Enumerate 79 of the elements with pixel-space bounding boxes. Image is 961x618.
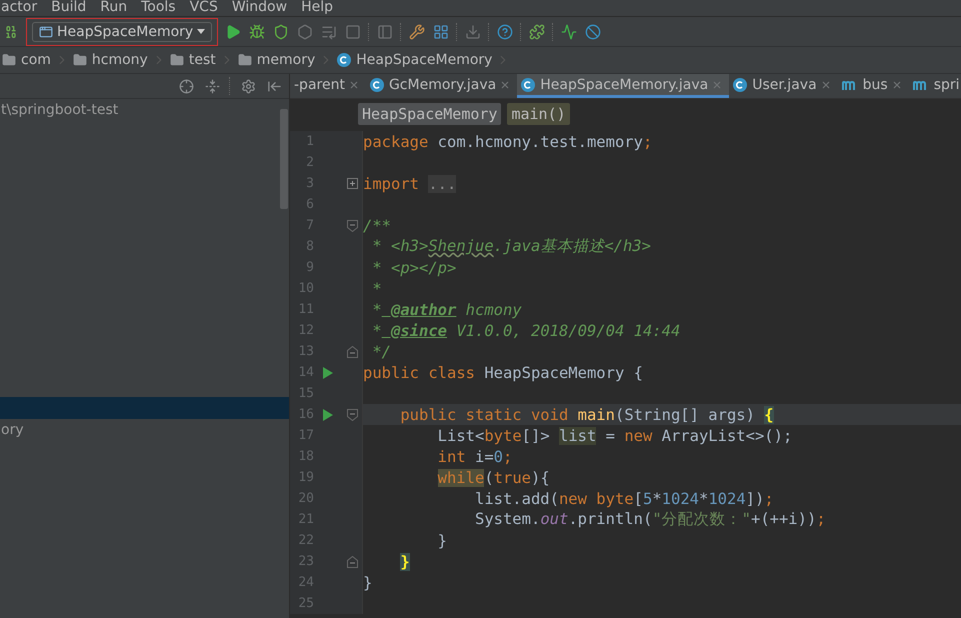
structure-crumb[interactable]: HeapSpaceMemory (358, 103, 502, 125)
code-line: while(true){ (436, 468, 550, 486)
editor-tab[interactable]: User.java (729, 74, 838, 98)
breadcrumb[interactable]: hcmony (72, 52, 148, 68)
close-icon[interactable] (350, 80, 358, 88)
menu-item[interactable]: Tools (141, 0, 176, 16)
editor-tab[interactable]: spri (908, 74, 961, 98)
close-icon[interactable] (501, 80, 510, 88)
code-line: * <p></p> (371, 258, 456, 276)
run-configuration-dropdown[interactable]: HeapSpaceMemory (32, 22, 212, 42)
ban-icon[interactable] (584, 22, 602, 40)
editor-tab[interactable]: -parent (290, 74, 366, 98)
code-line: public class HeapSpaceMemory { (363, 364, 643, 382)
settings-icon[interactable] (239, 77, 257, 95)
code-line: * @since V1.0.0, 2018/09/04 14:44 (371, 322, 680, 340)
editor-tab[interactable]: GcMemory.java (366, 74, 518, 98)
debug-icon[interactable] (248, 22, 266, 40)
class-icon (521, 78, 536, 92)
fold-icon[interactable] (346, 346, 358, 358)
class-icon (370, 78, 384, 92)
help-icon[interactable] (496, 22, 514, 40)
hexagon-icon[interactable] (296, 22, 314, 40)
close-icon[interactable] (822, 80, 830, 88)
code-line: } (436, 532, 447, 550)
wrench-icon[interactable] (408, 22, 426, 40)
run-gutter-icon[interactable] (323, 366, 333, 378)
grid-icon[interactable] (432, 22, 450, 40)
menu-item[interactable]: Run (100, 0, 128, 16)
breadcrumb[interactable]: com (2, 52, 51, 68)
breadcrumb[interactable]: test (170, 52, 216, 68)
download-icon[interactable] (464, 22, 482, 40)
breadcrumb[interactable]: HeapSpaceMemory (337, 52, 492, 68)
code-line: package com.hcmony.test.memory; (363, 132, 652, 150)
structure-crumb[interactable]: main() (507, 103, 570, 125)
fold-icon[interactable] (346, 408, 358, 420)
code-line: import ... (363, 174, 456, 192)
caret-icon (197, 29, 206, 34)
folder-icon (72, 53, 87, 67)
expand-fold-icon[interactable] (346, 178, 358, 189)
module-icon (842, 78, 858, 90)
puzzle-icon[interactable] (528, 22, 546, 40)
window-icon (39, 24, 53, 38)
code-line: * <h3>Shenjue.java基本描述</h3> (371, 236, 651, 257)
fold-icon[interactable] (346, 220, 358, 232)
code-line: list.add(new byte[5*1024*1024]); (474, 490, 774, 508)
tree-row[interactable]: t\springboot-test (0, 99, 289, 121)
fold-icon[interactable] (346, 556, 358, 568)
code-line: * @author hcmony (371, 300, 522, 318)
menu-item[interactable]: VCS (190, 0, 218, 16)
code-line: int i=0; (436, 448, 512, 466)
code-line: * (371, 280, 382, 298)
class-icon (733, 78, 748, 92)
panel-icon[interactable] (376, 22, 394, 40)
close-icon[interactable] (892, 80, 901, 88)
folder-icon (238, 53, 252, 67)
code-line: List<byte[]> list = new ArrayList<>(); (436, 426, 792, 444)
folder-icon (2, 53, 16, 67)
scrollbar-thumb[interactable] (280, 109, 288, 209)
code-line: public static void main(String[] args) { (399, 406, 774, 424)
menu-item[interactable]: Window (232, 0, 288, 16)
editor-tab[interactable]: bus (838, 74, 909, 98)
menu-item[interactable]: actor (1, 0, 38, 16)
module-icon (912, 78, 929, 90)
class-icon (337, 53, 352, 67)
code-line: */ (371, 342, 391, 360)
collapse-icon[interactable] (203, 77, 221, 95)
tree-row[interactable]: ory (0, 419, 289, 441)
code-line: } (363, 574, 372, 592)
editor-tab[interactable]: HeapSpaceMemory.java (517, 74, 730, 98)
activity-icon[interactable] (560, 22, 578, 40)
menu-item[interactable]: Help (301, 0, 333, 16)
code-line: System.out.println("分配次数："+(++i)); (474, 509, 826, 530)
stop-icon[interactable] (344, 22, 362, 40)
folder-icon (170, 53, 184, 67)
menu-item[interactable]: Build (51, 0, 86, 16)
breadcrumb[interactable]: memory (238, 52, 316, 68)
run-gutter-icon[interactable] (323, 408, 333, 420)
code-line: /** (363, 216, 391, 234)
crosshair-icon[interactable] (177, 77, 195, 95)
